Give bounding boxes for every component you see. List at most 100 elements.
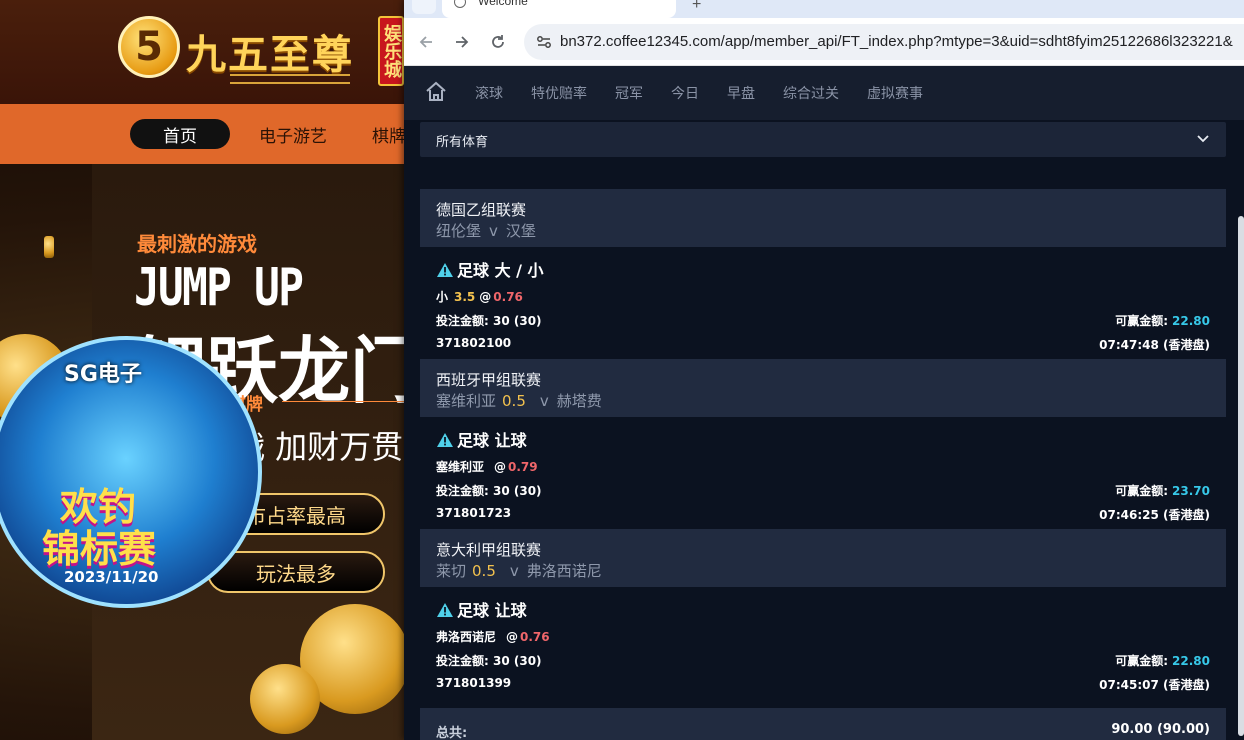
away-team: 弗洛西诺尼	[526, 562, 602, 580]
home-icon[interactable]	[424, 80, 448, 104]
handicap: 0.5	[502, 392, 526, 410]
bet-selection: 弗洛西诺尼 @0.76	[436, 628, 550, 645]
at-sign: @	[494, 460, 507, 474]
scrollbar[interactable]	[1238, 216, 1244, 736]
odds: 0.76	[493, 290, 523, 304]
coin-icon	[250, 664, 320, 734]
ticket-id: 371801399	[436, 676, 512, 690]
sport-nav: 滚球 特优赔率 冠军 今日 早盘 综合过关 虚拟赛事	[404, 66, 1244, 120]
casino-logo-badge: 娱乐城	[378, 16, 404, 86]
warning-icon	[437, 433, 453, 447]
casino-nav-item[interactable]: 棋牌	[372, 119, 406, 149]
versus: v	[489, 222, 498, 240]
nav-item-parlay[interactable]: 综合过关	[783, 83, 839, 103]
match-teams: 莱切 0.5 v 弗洛西诺尼	[436, 560, 602, 581]
win-label: 可赢金额:	[1115, 314, 1169, 328]
nav-item-inplay[interactable]: 滚球	[475, 83, 503, 103]
stake: 投注金额: 30 (30)	[436, 652, 542, 669]
globe-icon	[454, 0, 466, 8]
coin-icon	[44, 236, 54, 258]
potential-win: 可赢金额: 23.70	[1115, 482, 1210, 499]
win-value: 23.70	[1172, 484, 1210, 498]
logo-ornament	[230, 74, 350, 84]
sport-filter-value: 所有体育	[436, 135, 489, 150]
bet-time: 07:45:07 (香港盘)	[1099, 678, 1210, 692]
at-sign: @	[479, 290, 492, 304]
sport-filter-select[interactable]: 所有体育	[420, 122, 1226, 157]
promo-date: 2023/11/20	[64, 568, 159, 586]
casino-logo-icon: 5	[118, 16, 180, 78]
total-label: 总共:	[436, 726, 468, 740]
win-label: 可赢金额:	[1115, 484, 1169, 498]
potential-win: 可赢金额: 22.80	[1115, 312, 1210, 329]
market-name: 足球 让球	[457, 601, 527, 620]
bet-detail: 足球 让球 塞维利亚 @0.79 投注金额: 30 (30) 可赢金额: 23.70…	[420, 417, 1226, 529]
home-team: 纽伦堡	[436, 222, 482, 240]
odds: 0.76	[520, 630, 550, 644]
warning-icon	[437, 603, 453, 617]
bet-match-header: 西班牙甲组联赛 塞维利亚 0.5 v 赫塔费	[420, 359, 1226, 417]
stake: 投注金额: 30 (30)	[436, 312, 542, 329]
browser-tab[interactable]: Welcome	[442, 0, 676, 18]
stake-label: 投注金额:	[436, 654, 489, 668]
nav-item-early[interactable]: 早盘	[727, 83, 755, 103]
bet-detail: 足球 大 / 小 小 3.5 @0.76 投注金额: 30 (30) 可赢金额: 22…	[420, 247, 1226, 359]
total-value: 90.00 (90.00)	[1111, 722, 1210, 737]
bet-detail: 足球 让球 弗洛西诺尼 @0.76 投注金额: 30 (30) 可赢金额: 22.8…	[420, 587, 1226, 699]
match-teams: 纽伦堡 v 汉堡	[436, 220, 536, 241]
nav-item-virtual[interactable]: 虚拟赛事	[867, 83, 923, 103]
potential-win: 可赢金额: 22.80	[1115, 652, 1210, 669]
address-bar[interactable]: bn372.coffee12345.com/app/member_api/FT_…	[524, 24, 1244, 60]
new-tab-icon[interactable]: +	[692, 0, 701, 14]
browser-toolbar: bn372.coffee12345.com/app/member_api/FT_…	[404, 18, 1244, 66]
casino-logo-text: 九五至尊	[186, 31, 354, 78]
win-value: 22.80	[1172, 654, 1210, 668]
stake-label: 投注金额:	[436, 484, 489, 498]
bet-time: 07:46:25 (香港盘)	[1099, 508, 1210, 522]
league-name: 德国乙组联赛	[436, 201, 527, 219]
forward-icon[interactable]	[450, 30, 474, 54]
league-name: 意大利甲组联赛	[436, 541, 542, 559]
total-bar: 总共: 90.00 (90.00)	[420, 708, 1226, 740]
site-info-icon[interactable]	[534, 32, 554, 52]
away-team: 赫塔费	[556, 392, 602, 410]
win-label: 可赢金额:	[1115, 654, 1169, 668]
market-name: 足球 让球	[457, 431, 527, 450]
bet-market: 足球 让球	[436, 427, 527, 451]
ticket-id: 371801723	[436, 506, 512, 520]
back-icon[interactable]	[414, 30, 438, 54]
bet-selection: 小 3.5 @0.76	[436, 288, 523, 305]
odds: 0.79	[508, 460, 538, 474]
pick: 小	[436, 290, 449, 304]
versus: v	[509, 562, 519, 580]
nav-item-outright[interactable]: 冠军	[615, 83, 643, 103]
bet-match-header: 德国乙组联赛 纽伦堡 v 汉堡	[420, 189, 1226, 247]
sportsbook-page: 滚球 特优赔率 冠军 今日 早盘 综合过关 虚拟赛事 所有体育 德国乙组联赛 纽…	[404, 66, 1244, 740]
chevron-down-icon	[1197, 135, 1209, 143]
hero-pill-button[interactable]: 玩法最多	[207, 551, 385, 593]
divider	[282, 401, 412, 402]
stake: 投注金额: 30 (30)	[436, 482, 542, 499]
ticket-id: 371802100	[436, 336, 512, 350]
warning-icon	[437, 263, 453, 277]
promo-badge[interactable]: SG电子 欢钓 锦标赛 2023/11/20	[0, 336, 262, 608]
home-team: 塞维利亚	[436, 392, 497, 410]
pick: 塞维利亚	[436, 460, 485, 474]
bet-line: 3.5	[454, 290, 476, 304]
nav-item-bestodds[interactable]: 特优赔率	[531, 83, 587, 103]
nav-item-today[interactable]: 今日	[671, 83, 699, 103]
reload-icon[interactable]	[486, 30, 510, 54]
hero-headline: JUMP UP	[134, 258, 304, 318]
tab-strip: Welcome +	[404, 0, 1244, 18]
stake-value: 30 (30)	[493, 654, 542, 668]
handicap: 0.5	[472, 562, 496, 580]
tab-search-icon[interactable]	[412, 0, 436, 14]
casino-nav-item[interactable]: 电子游艺	[259, 119, 327, 149]
tab-title: Welcome	[478, 0, 528, 8]
url-text: bn372.coffee12345.com/app/member_api/FT_…	[560, 33, 1233, 50]
promo-title: 锦标赛	[42, 527, 157, 571]
promo-brand: SG电子	[64, 362, 142, 387]
at-sign: @	[506, 630, 519, 644]
casino-nav-home[interactable]: 首页	[130, 119, 230, 149]
versus: v	[539, 392, 549, 410]
